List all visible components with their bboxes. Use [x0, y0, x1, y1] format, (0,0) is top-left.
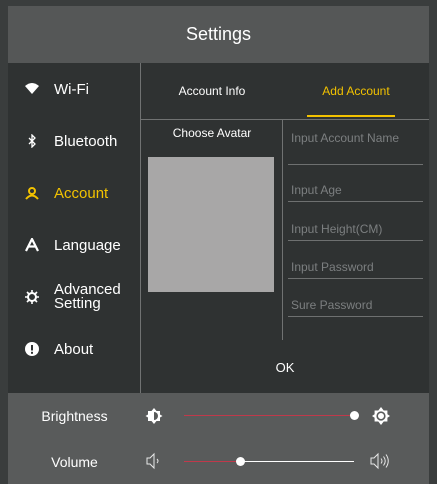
sidebar-item-label: Language [54, 236, 121, 254]
tab-divider [141, 119, 429, 120]
settings-window: Settings Wi-Fi Bluetooth Account Languag… [0, 0, 437, 484]
settings-body: Wi-Fi Bluetooth Account Language Advance… [8, 63, 429, 393]
sidebar-item-bluetooth[interactable]: Bluetooth [8, 115, 140, 167]
volume-low-icon[interactable] [145, 452, 163, 470]
volume-slider[interactable] [184, 457, 354, 466]
sidebar-item-advanced-setting[interactable]: Advanced Setting [8, 271, 140, 323]
sidebar-item-about[interactable]: About [8, 323, 140, 375]
password-input[interactable] [288, 255, 423, 279]
page-title: Settings [185, 24, 252, 44]
bluetooth-icon [24, 133, 40, 149]
account-name-input[interactable] [288, 129, 423, 165]
volume-slider-rest [240, 461, 354, 462]
brightness-slider-fill [184, 415, 354, 416]
language-icon [24, 237, 40, 253]
sidebar-item-language[interactable]: Language [8, 219, 140, 271]
choose-avatar-label: Choose Avatar [172, 126, 252, 140]
tab-add-account[interactable]: Add Account [283, 63, 429, 119]
brightness-low-icon[interactable] [145, 407, 163, 425]
sidebar-item-label: About [54, 340, 94, 358]
brightness-slider[interactable] [184, 411, 359, 420]
wifi-icon [24, 81, 40, 97]
sidebar-item-wifi[interactable]: Wi-Fi [8, 63, 140, 115]
sidebar-item-label: Wi-Fi [54, 80, 89, 98]
tab-account-info[interactable]: Account Info [141, 63, 283, 119]
info-icon [24, 341, 40, 357]
ok-button[interactable]: OK [141, 347, 429, 387]
gear-icon [24, 289, 40, 305]
sidebar-item-account[interactable]: Account [8, 167, 140, 219]
volume-label: Volume [51, 454, 98, 470]
volume-slider-thumb[interactable] [236, 457, 245, 466]
sidebar: Wi-Fi Bluetooth Account Language Advance… [8, 63, 140, 393]
volume-high-icon[interactable] [369, 451, 391, 471]
avatar-picker[interactable] [148, 157, 274, 292]
tab-label: Account Info [178, 84, 246, 98]
sidebar-item-label: Account [54, 184, 109, 202]
form-divider [282, 120, 283, 340]
tab-label: Add Account [322, 84, 390, 98]
age-input[interactable] [288, 178, 423, 202]
header-bar: Settings [8, 6, 429, 63]
confirm-password-input[interactable] [288, 293, 423, 317]
tab-bar: Account Info Add Account [141, 63, 429, 119]
controls-bar: Brightness Volume [8, 393, 429, 484]
user-icon [24, 185, 40, 201]
brightness-slider-thumb[interactable] [350, 411, 359, 420]
active-tab-indicator [307, 115, 395, 117]
volume-slider-fill [184, 461, 240, 462]
brightness-high-icon[interactable] [371, 406, 391, 426]
sidebar-item-label: Advanced Setting [54, 281, 121, 312]
height-input[interactable] [288, 217, 423, 241]
sidebar-item-label: Bluetooth [54, 132, 118, 150]
brightness-label: Brightness [41, 408, 108, 424]
